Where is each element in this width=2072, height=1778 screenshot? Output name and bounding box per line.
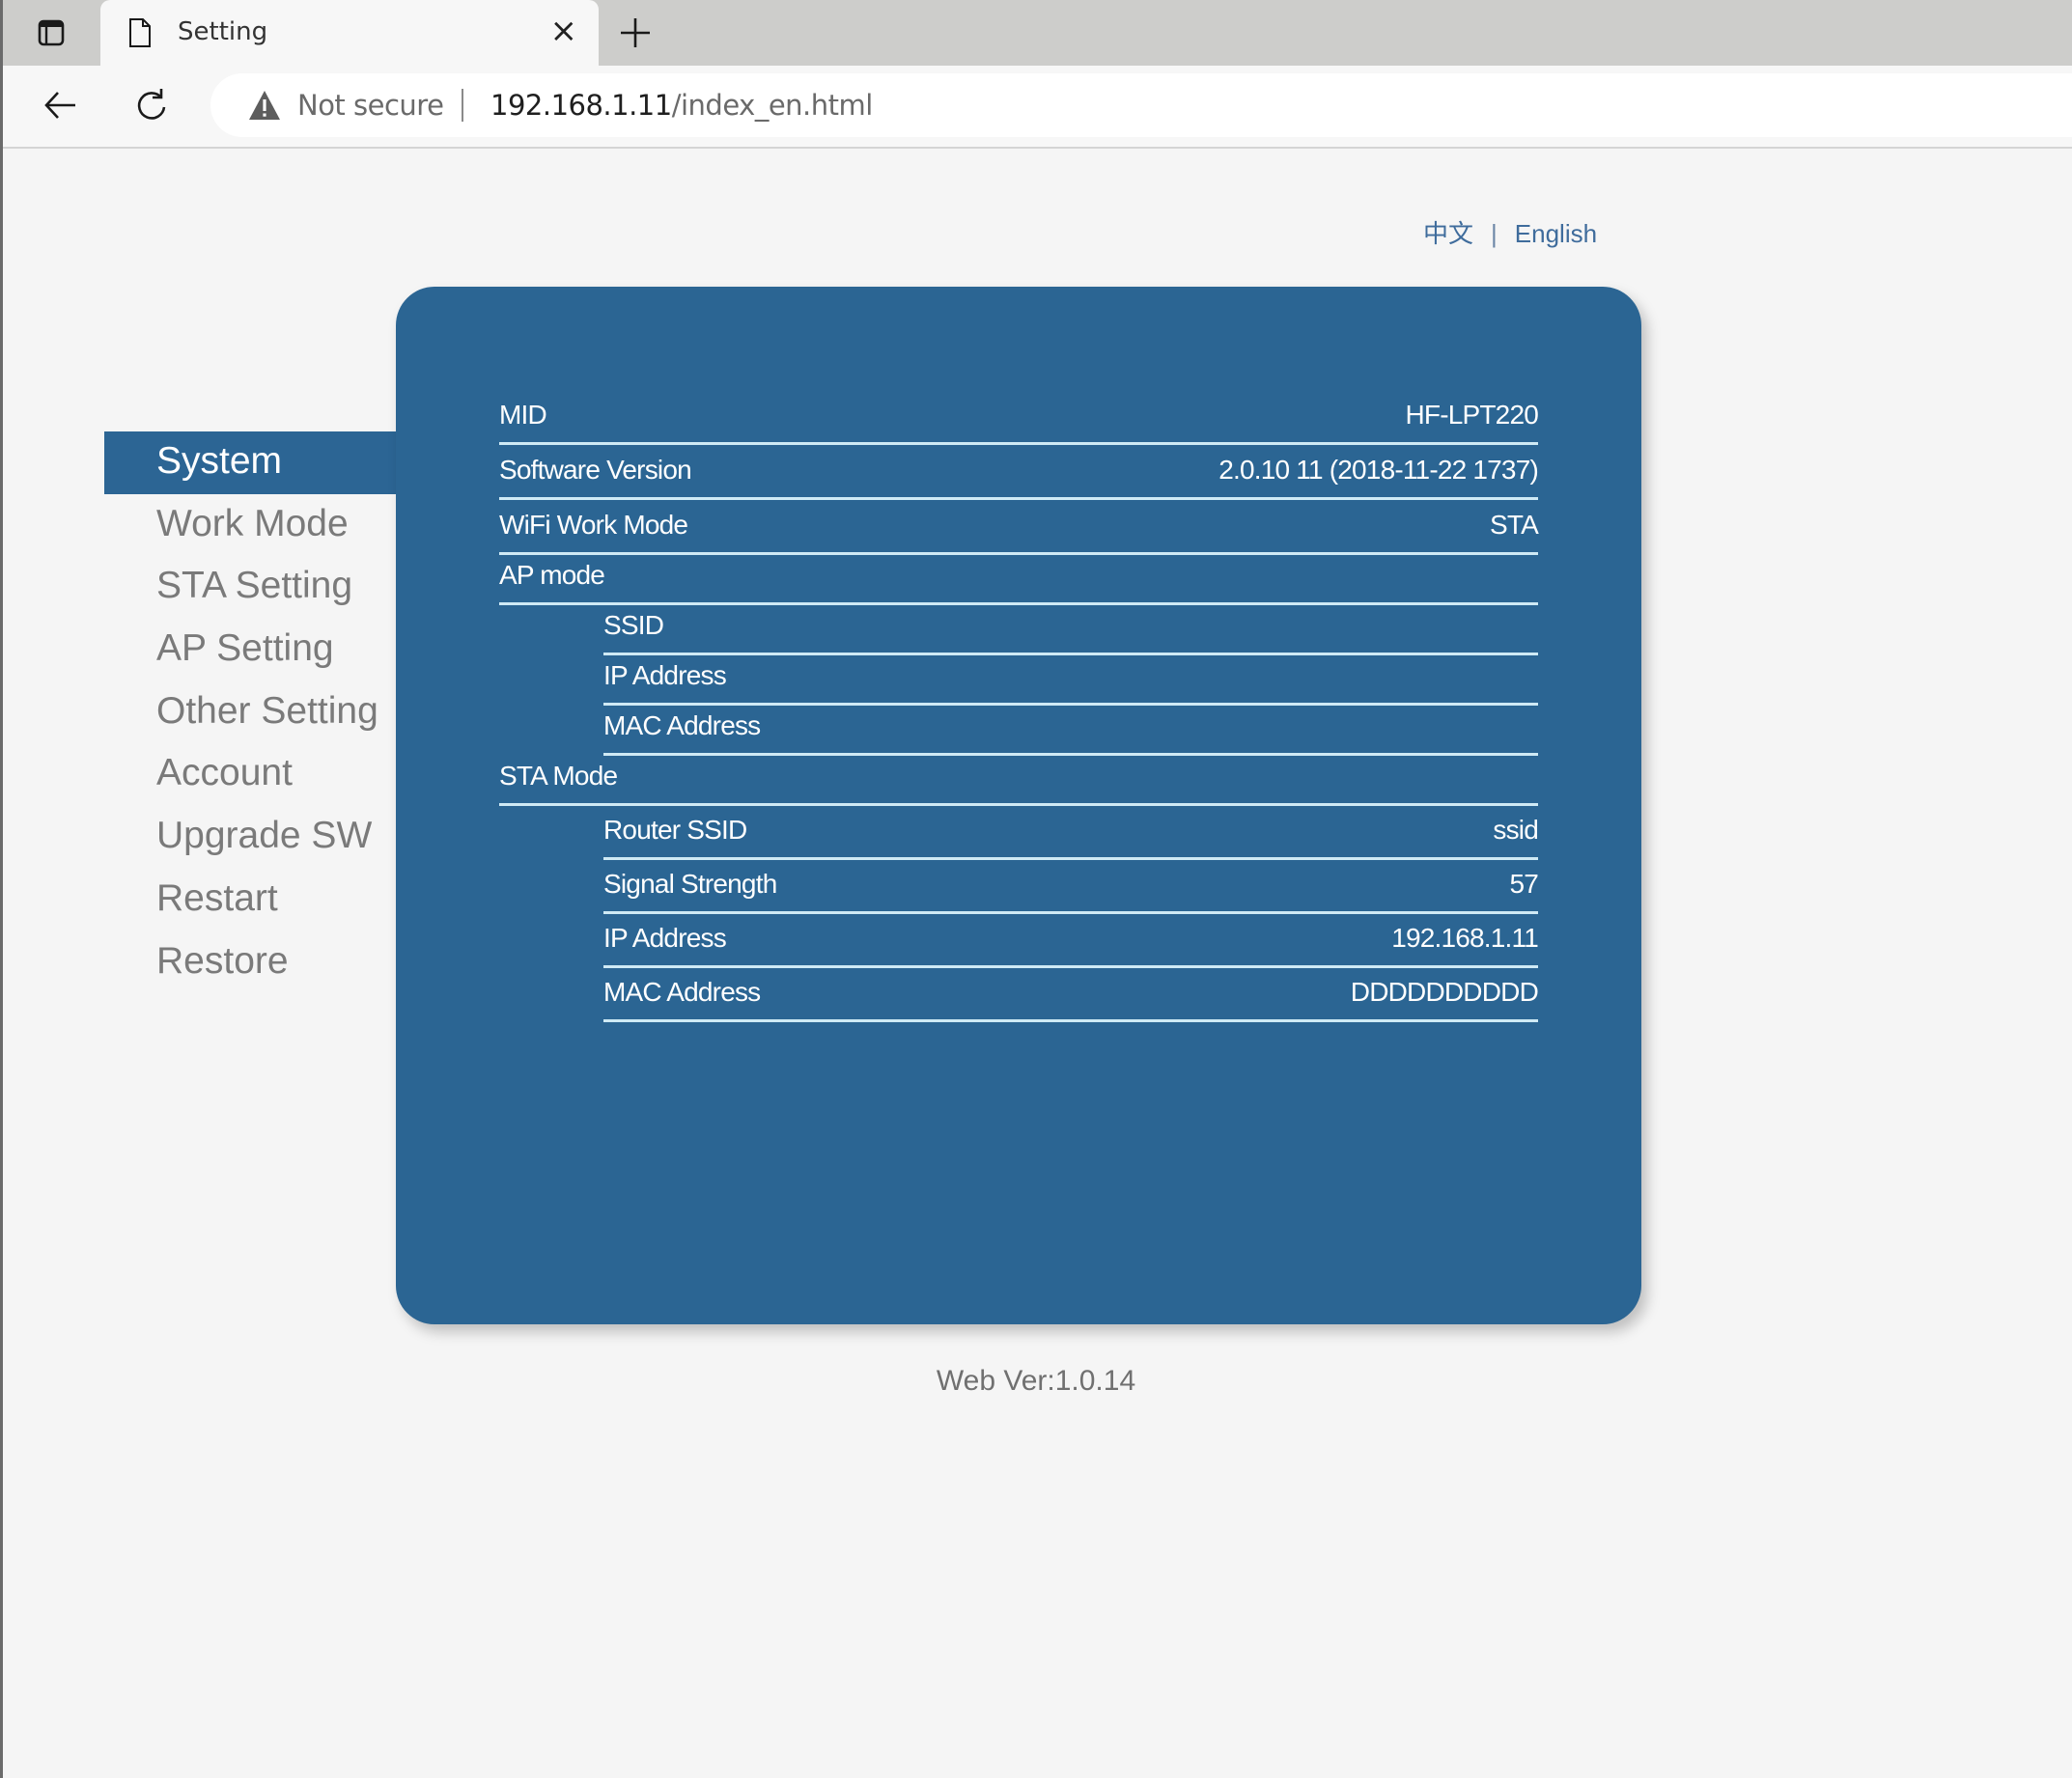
close-tab-icon[interactable]: × [550, 14, 578, 48]
language-separator: | [1491, 219, 1498, 248]
menu-item-account[interactable]: Account [104, 743, 396, 806]
menu-item-ap-setting[interactable]: AP Setting [104, 619, 396, 681]
row-ap-ssid: SSID [603, 605, 1538, 655]
browser-toolbar: Not secure 192.168.1.11/index_en.html [0, 66, 2072, 149]
sta-ip-address-label: IP Address [603, 923, 727, 953]
system-info-table: MID HF-LPT220 Software Version 2.0.10 11… [499, 393, 1539, 1022]
menu-item-system[interactable]: System [104, 431, 396, 494]
row-sta-ip-address: IP Address 192.168.1.11 [603, 914, 1539, 968]
ap-ip-address-label: IP Address [603, 660, 727, 690]
sta-mac-address-label: MAC Address [603, 977, 761, 1007]
mid-label: MID [499, 400, 547, 430]
web-version: Web Ver:1.0.14 [936, 1365, 1136, 1397]
reload-icon[interactable] [129, 83, 174, 127]
url-host: 192.168.1.11 [490, 89, 672, 122]
software-version-label: Software Version [499, 455, 692, 485]
row-signal-strength: Signal Strength 57 [603, 860, 1539, 914]
software-version-value: 2.0.10 11 (2018-11-22 1737) [1218, 455, 1539, 485]
window-sidebar-icon[interactable] [37, 18, 66, 47]
sta-mac-address-value: DDDDDDDDDD [1350, 977, 1539, 1007]
menu-item-restore[interactable]: Restore [104, 931, 396, 994]
sta-ip-address-value: 192.168.1.11 [1391, 923, 1539, 953]
language-chinese-link[interactable]: 中文 [1423, 214, 1473, 250]
omnibox-divider [462, 89, 463, 122]
ap-mac-address-label: MAC Address [603, 710, 761, 740]
signal-strength-label: Signal Strength [603, 869, 777, 899]
system-info-panel: MID HF-LPT220 Software Version 2.0.10 11… [396, 287, 1641, 1324]
row-ap-mode: AP mode [499, 555, 1538, 605]
url-text[interactable]: 192.168.1.11/index_en.html [490, 89, 873, 122]
url-path: /index_en.html [671, 89, 874, 122]
page-icon [129, 18, 151, 47]
ap-ssid-label: SSID [603, 610, 664, 640]
sta-mode-label: STA Mode [499, 761, 618, 791]
wifi-work-mode-label: WiFi Work Mode [499, 510, 688, 540]
row-sta-mode: STA Mode [499, 756, 1538, 806]
tab-strip: Setting × [0, 0, 2072, 66]
router-ssid-value: ssid [1493, 815, 1538, 845]
warning-triangle-icon[interactable] [247, 89, 282, 122]
language-switch: 中文 | English [1423, 214, 1597, 250]
arrow-left-icon[interactable] [39, 83, 83, 127]
signal-strength-value: 57 [1509, 869, 1538, 899]
row-router-ssid: Router SSID ssid [603, 806, 1539, 860]
plus-icon[interactable] [614, 12, 657, 54]
menu-item-other-setting[interactable]: Other Setting [104, 681, 396, 744]
row-mid: MID HF-LPT220 [499, 393, 1539, 445]
menu-item-sta-setting[interactable]: STA Setting [104, 556, 396, 619]
footer: Web Ver:1.0.14 [0, 1365, 2072, 1398]
row-ap-ip-address: IP Address [603, 655, 1538, 706]
window-border [0, 0, 3, 1778]
mid-value: HF-LPT220 [1405, 400, 1538, 430]
security-status[interactable]: Not secure [297, 89, 444, 122]
menu-item-restart[interactable]: Restart [104, 869, 396, 931]
row-sta-mac-address: MAC Address DDDDDDDDDD [603, 968, 1539, 1022]
address-bar[interactable]: Not secure 192.168.1.11/index_en.html [210, 73, 2072, 137]
ap-mode-label: AP mode [499, 560, 605, 590]
row-software-version: Software Version 2.0.10 11 (2018-11-22 1… [499, 445, 1539, 500]
wifi-work-mode-value: STA [1490, 510, 1539, 540]
menu-item-upgrade-sw[interactable]: Upgrade SW [104, 806, 396, 869]
router-ssid-label: Router SSID [603, 815, 747, 845]
settings-menu: System Work Mode STA Setting AP Setting … [104, 431, 396, 993]
tab-setting[interactable]: Setting × [100, 0, 599, 66]
language-english-link[interactable]: English [1515, 219, 1597, 249]
menu-item-work-mode[interactable]: Work Mode [104, 494, 396, 557]
tab-title: Setting [178, 17, 268, 46]
row-ap-mac-address: MAC Address [603, 706, 1538, 756]
row-wifi-work-mode: WiFi Work Mode STA [499, 500, 1539, 555]
